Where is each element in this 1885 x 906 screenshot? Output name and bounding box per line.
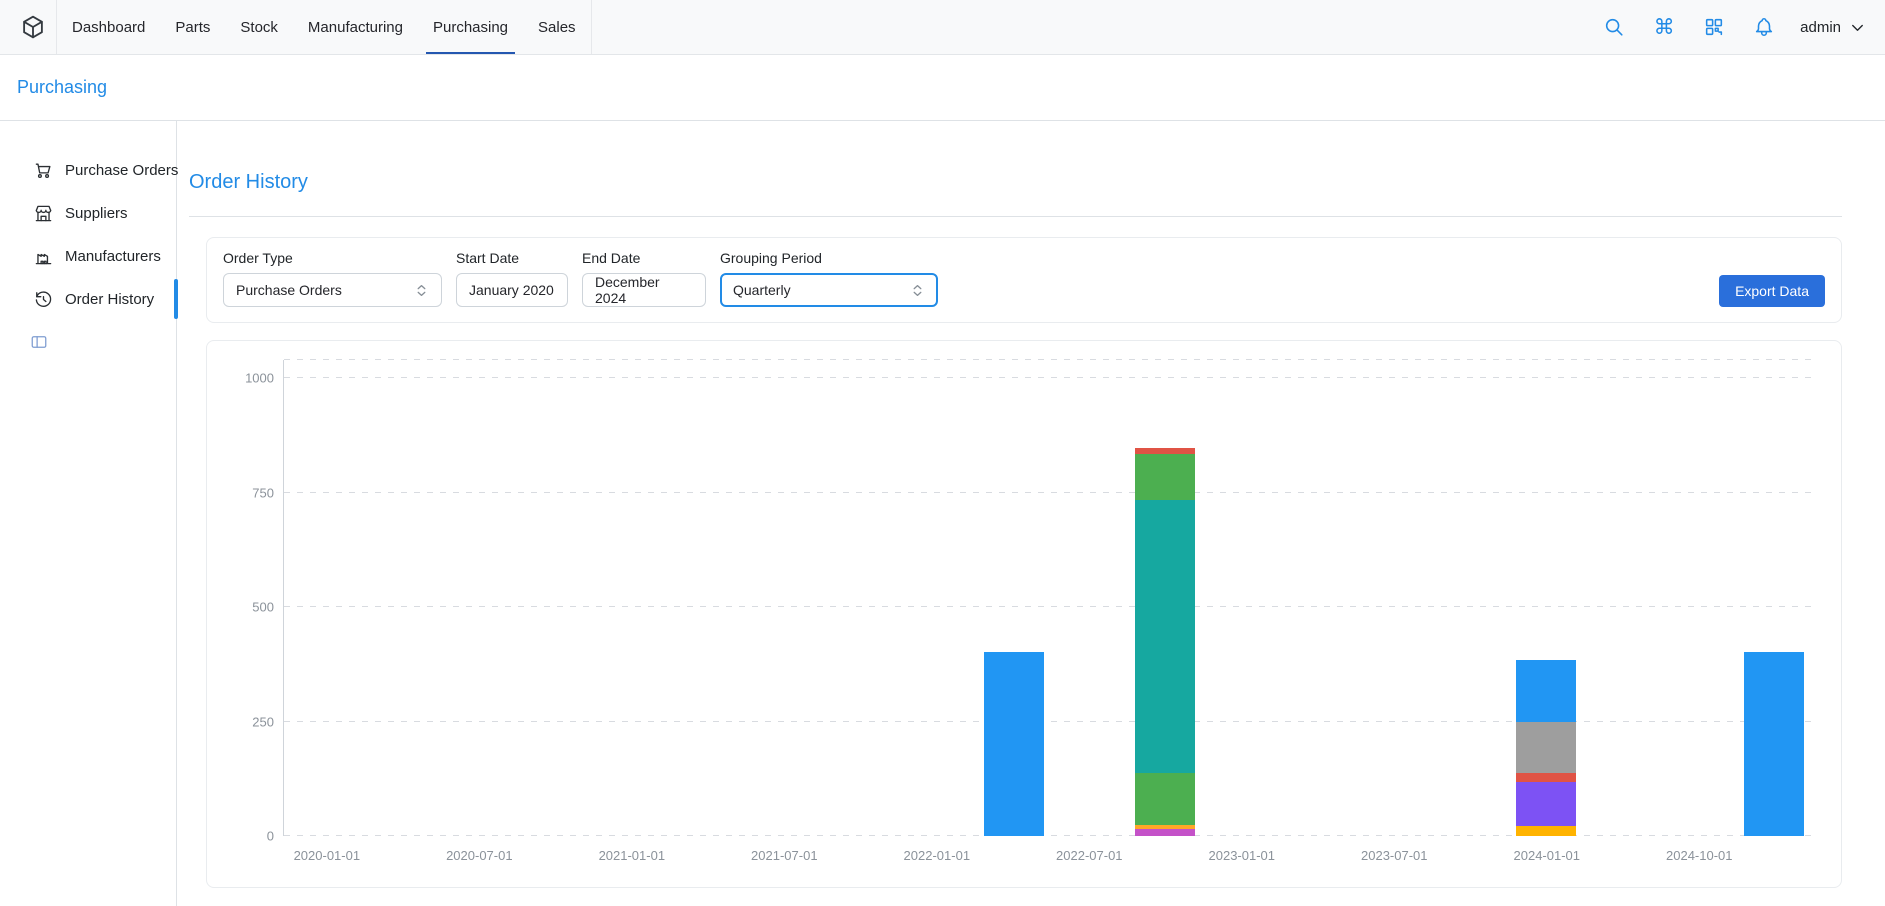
qr-grid-icon[interactable] (1696, 9, 1732, 45)
tab-stock[interactable]: Stock (225, 0, 293, 54)
tab-parts[interactable]: Parts (160, 0, 225, 54)
grouping-period-value: Quarterly (733, 282, 791, 298)
tab-sales[interactable]: Sales (523, 0, 591, 54)
end-date-input[interactable]: December 2024 (582, 273, 706, 307)
gridline (284, 606, 1814, 607)
bar-segment (1516, 722, 1576, 774)
order-type-field: Order Type Purchase Orders (223, 250, 442, 307)
end-date-value: December 2024 (595, 274, 693, 306)
bar-segment (1516, 660, 1576, 721)
grouping-period-select[interactable]: Quarterly (720, 273, 938, 307)
select-chevrons-icon (414, 283, 429, 298)
storefront-icon (34, 204, 53, 223)
tab-purchasing[interactable]: Purchasing (418, 0, 523, 54)
x-tick-label: 2023-01-01 (1209, 848, 1276, 863)
main-panel: Order History Order Type Purchase Orders… (177, 121, 1885, 906)
factory-icon (34, 247, 53, 266)
order-history-chart-card: 0 250 500 750 1000 2020-01-01 2020-07-01 2021-0… (206, 340, 1842, 888)
gridline (284, 721, 1814, 722)
content-area: Purchase Orders Suppliers Manufacturers (0, 121, 1885, 906)
bar-segment (1135, 829, 1195, 836)
bar-segment (1516, 782, 1576, 827)
sidebar: Purchase Orders Suppliers Manufacturers (0, 121, 177, 906)
chevron-down-icon (1848, 18, 1867, 37)
gridline (284, 377, 1814, 378)
start-date-input[interactable]: January 2020 (456, 273, 568, 307)
sidebar-item-order-history[interactable]: Order History (8, 279, 168, 319)
username: admin (1800, 19, 1841, 36)
select-chevrons-icon (910, 283, 925, 298)
x-tick-label: 2021-07-01 (751, 848, 818, 863)
y-tick-label: 500 (252, 600, 274, 615)
x-tick-label: 2021-01-01 (599, 848, 666, 863)
navbar-actions: ⌘ admin (1596, 9, 1867, 45)
order-type-label: Order Type (223, 250, 442, 266)
x-tick-label: 2022-01-01 (904, 848, 971, 863)
grouping-period-label: Grouping Period (720, 250, 938, 266)
bell-icon[interactable] (1746, 9, 1782, 45)
sidebar-item-label: Order History (65, 291, 154, 308)
end-date-label: End Date (582, 250, 706, 266)
page-title: Order History (189, 171, 1842, 194)
title-divider (189, 216, 1842, 217)
sidebar-item-label: Suppliers (65, 205, 128, 222)
tab-manufacturing[interactable]: Manufacturing (293, 0, 418, 54)
sidebar-collapse-icon[interactable] (30, 333, 48, 351)
end-date-field: End Date December 2024 (582, 250, 706, 307)
bar-segment (1135, 454, 1195, 500)
stacked-bar[interactable] (984, 652, 1044, 836)
search-icon[interactable] (1596, 9, 1632, 45)
breadcrumb-purchasing-link[interactable]: Purchasing (17, 77, 107, 98)
sidebar-item-manufacturers[interactable]: Manufacturers (8, 236, 168, 276)
y-tick-label: 250 (252, 714, 274, 729)
sidebar-item-purchase-orders[interactable]: Purchase Orders (8, 150, 168, 190)
gridline (284, 835, 1814, 836)
bar-segment (1744, 652, 1804, 836)
export-data-button[interactable]: Export Data (1719, 275, 1825, 307)
stacked-bar[interactable] (1516, 660, 1576, 836)
bar-segment (1135, 500, 1195, 773)
x-tick-label: 2020-01-01 (294, 848, 361, 863)
sidebar-item-label: Manufacturers (65, 248, 161, 265)
shopping-cart-icon (34, 161, 53, 180)
user-menu[interactable]: admin (1800, 18, 1867, 37)
sidebar-item-label: Purchase Orders (65, 162, 178, 179)
bar-segment (1135, 773, 1195, 825)
command-icon[interactable]: ⌘ (1646, 9, 1682, 45)
tab-dashboard[interactable]: Dashboard (57, 0, 160, 54)
gridline (284, 492, 1814, 493)
sidebar-item-suppliers[interactable]: Suppliers (8, 193, 168, 233)
gridline (284, 359, 1814, 360)
y-tick-label: 0 (267, 829, 274, 844)
breadcrumb: Purchasing (0, 55, 1885, 121)
y-tick-label: 750 (252, 485, 274, 500)
app-logo-icon[interactable] (18, 12, 48, 42)
order-type-value: Purchase Orders (236, 282, 342, 298)
top-navbar: Dashboard Parts Stock Manufacturing Purc… (0, 0, 1885, 55)
start-date-label: Start Date (456, 250, 568, 266)
bar-segment (984, 652, 1044, 836)
navbar-tabs: Dashboard Parts Stock Manufacturing Purc… (56, 0, 592, 54)
x-tick-label: 2024-01-01 (1514, 848, 1581, 863)
filter-panel: Order Type Purchase Orders Start Date Ja… (206, 237, 1842, 323)
history-icon (34, 290, 53, 309)
sidebar-active-indicator (174, 279, 178, 319)
x-tick-label: 2024-10-01 (1666, 848, 1733, 863)
x-tick-label: 2023-07-01 (1361, 848, 1428, 863)
grouping-period-field: Grouping Period Quarterly (720, 250, 938, 307)
plot-area: 025050075010002020-01-012020-07-012021-0… (283, 360, 1814, 836)
x-tick-label: 2022-07-01 (1056, 848, 1123, 863)
start-date-field: Start Date January 2020 (456, 250, 568, 307)
x-tick-label: 2020-07-01 (446, 848, 513, 863)
stacked-bar[interactable] (1744, 652, 1804, 836)
bar-segment (1516, 773, 1576, 781)
order-type-select[interactable]: Purchase Orders (223, 273, 442, 307)
bar-segment (1516, 826, 1576, 836)
start-date-value: January 2020 (469, 282, 554, 298)
stacked-bar[interactable] (1135, 448, 1195, 836)
y-tick-label: 1000 (245, 371, 274, 386)
